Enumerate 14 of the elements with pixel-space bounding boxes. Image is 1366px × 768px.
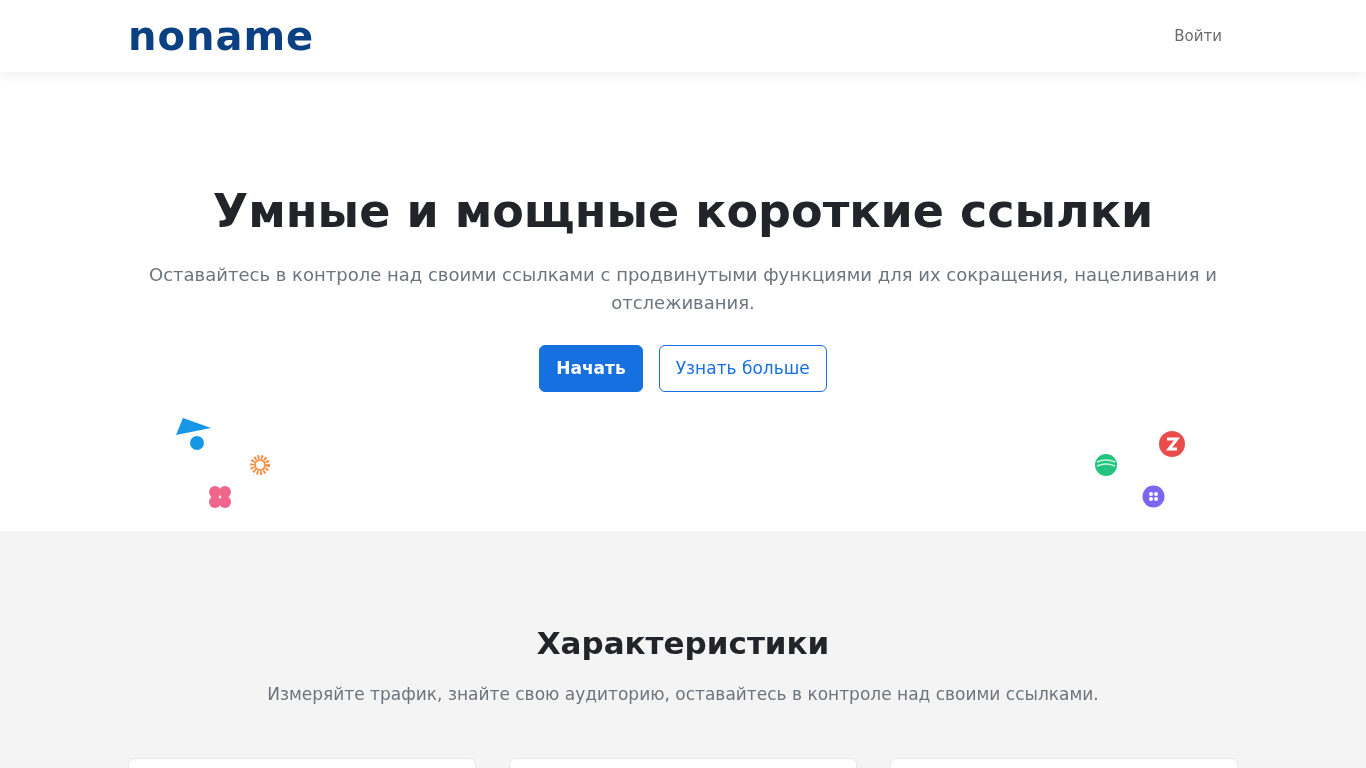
dots-badge-icon <box>1142 485 1165 508</box>
flower-icon <box>208 485 232 509</box>
striped-ball-icon <box>1094 453 1118 477</box>
logo[interactable]: noname <box>128 16 315 56</box>
sun-icon <box>248 453 272 477</box>
triangle-circle-icon <box>176 418 211 451</box>
login-link[interactable]: Войти <box>1174 24 1222 48</box>
section-title: Характеристики <box>535 625 831 663</box>
learn-more-button[interactable]: Узнать больше <box>658 344 827 393</box>
start-button[interactable]: Начать <box>539 344 643 393</box>
lightning-badge-icon <box>1158 430 1186 458</box>
hero-title: Умные и мощные короткие ссылки <box>211 184 1155 240</box>
section-subtitle: Измеряйте трафик, знайте свою аудиторию, оставайтесь в контроле над своими ссылками. <box>266 683 1100 707</box>
hero-subtitle: Оставайтесь в контроле над своими ссылками с продвинутыми функциями для их сокращения, нацеливания и отслеживания. <box>148 263 1218 316</box>
